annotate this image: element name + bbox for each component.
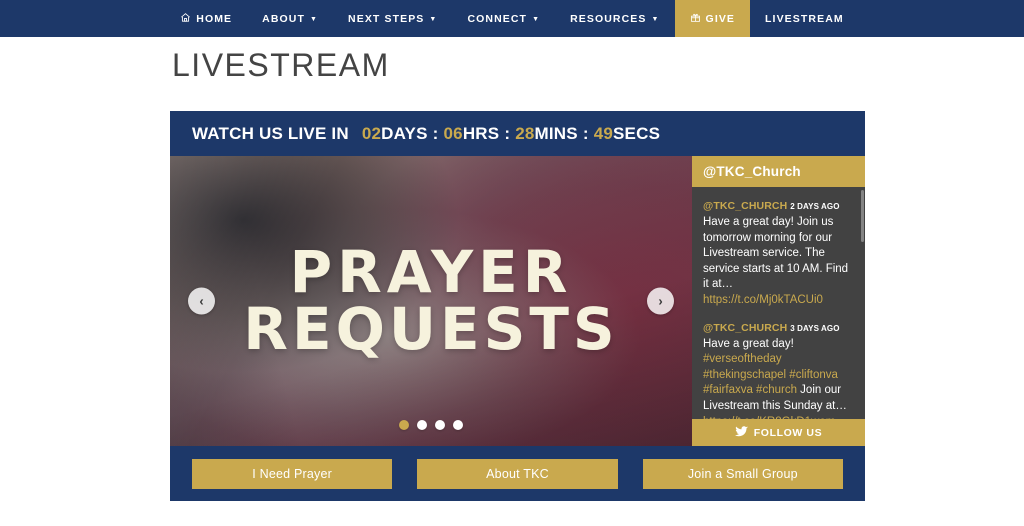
countdown-secs-value: 49 (593, 123, 614, 143)
countdown-mins-unit: MINS (534, 123, 578, 143)
nav-label-give: GIVE (705, 12, 736, 25)
countdown-separator: : (504, 123, 511, 143)
carousel-dot-1[interactable] (399, 420, 409, 430)
chevron-down-icon: ▼ (429, 16, 438, 23)
tweet-timestamp: 2 DAYS AGO (790, 202, 840, 211)
nav-label-home: HOME (196, 12, 233, 25)
tweet-body: Have a great day! #verseoftheday #thekin… (703, 337, 854, 431)
countdown-separator: : (432, 123, 439, 143)
follow-us-label: FOLLOW US (753, 426, 823, 439)
tweet-link[interactable]: https://t.co/Mj0kTACUi0 (703, 294, 823, 306)
nav-item-connect[interactable]: CONNECT ▼ (452, 0, 555, 37)
tweet-handle: @TKC_CHURCH (703, 321, 788, 334)
carousel-dot-2[interactable] (417, 420, 427, 430)
countdown-mins-value: 28 (515, 123, 535, 143)
carousel-dots (170, 420, 692, 430)
countdown-separator: : (582, 123, 589, 143)
countdown-hrs-unit: HRS (462, 123, 500, 143)
nav-item-livestream[interactable]: LIVESTREAM (750, 0, 859, 37)
nav-label-about: ABOUT (262, 12, 306, 25)
twitter-tweet-list[interactable]: @TKC_CHURCH 2 DAYS AGO Have a great day! … (692, 187, 865, 446)
carousel-prev-arrow-icon[interactable]: ‹ (188, 287, 215, 315)
tweet-body: Have a great day! Join us tomorrow morni… (703, 215, 854, 309)
cta-join-small-group-button[interactable]: Join a Small Group (642, 458, 843, 489)
stage-body-row: PRAYER REQUESTS ‹ › @TKC_Church @TKC_CHU… (170, 156, 865, 446)
chevron-down-icon: ▼ (651, 16, 660, 23)
countdown-label: WATCH US LIVE IN (192, 123, 349, 143)
cta-button-row: I Need Prayer About TKC Join a Small Gro… (170, 446, 865, 501)
twitter-bird-icon (734, 425, 748, 440)
slide-caption-line2: REQUESTS (243, 295, 619, 363)
twitter-feed-panel: @TKC_Church @TKC_CHURCH 2 DAYS AGO Have a… (692, 156, 865, 446)
nav-items-container: HOME ABOUT ▼ NEXT STEPS ▼ CONNECT ▼ RESO… (165, 0, 858, 37)
livestream-stage: WATCH US LIVE IN 02 DAYS : 06 HRS : 28 MINS… (170, 111, 865, 501)
twitter-panel-header: @TKC_Church (692, 156, 865, 187)
countdown-banner: WATCH US LIVE IN 02 DAYS : 06 HRS : 28 MINS… (170, 111, 865, 156)
carousel-next-arrow-icon[interactable]: › (647, 287, 674, 315)
nav-item-give[interactable]: GIVE (674, 0, 751, 37)
countdown-secs-unit: SECS (613, 123, 661, 143)
tweet-timestamp: 3 DAYS AGO (790, 323, 840, 333)
chevron-down-icon: ▼ (532, 16, 541, 23)
carousel-dot-4[interactable] (453, 420, 463, 430)
follow-us-button[interactable]: FOLLOW US (692, 419, 865, 446)
countdown-days-unit: DAYS (381, 123, 428, 143)
tweet-handle: @TKC_CHURCH (703, 200, 788, 212)
page-title: LIVESTREAM (172, 47, 390, 83)
countdown-days-value: 02 (361, 123, 382, 143)
slide-caption: PRAYER REQUESTS (170, 156, 692, 446)
nav-item-resources[interactable]: RESOURCES ▼ (555, 0, 674, 37)
nav-item-home[interactable]: HOME (165, 0, 247, 37)
tweet-text: Have a great day! Join us tomorrow morni… (703, 216, 849, 291)
main-navigation-bar: HOME ABOUT ▼ NEXT STEPS ▼ CONNECT ▼ RESO… (0, 0, 1024, 37)
slide-caption-line1: PRAYER (289, 238, 573, 307)
nav-label-next-steps: NEXT STEPS (348, 12, 425, 25)
chevron-down-icon: ▼ (310, 16, 319, 23)
countdown-hrs-value: 06 (443, 123, 463, 143)
tweet-item: @TKC_CHURCH 3 DAYS AGO Have a great day! … (703, 318, 854, 431)
carousel-dot-3[interactable] (435, 420, 445, 430)
image-carousel[interactable]: PRAYER REQUESTS ‹ › (170, 156, 692, 446)
twitter-scrollbar[interactable] (861, 190, 864, 242)
cta-need-prayer-button[interactable]: I Need Prayer (192, 458, 393, 489)
cta-about-tkc-button[interactable]: About TKC (417, 458, 618, 489)
nav-item-next-steps[interactable]: NEXT STEPS ▼ (333, 0, 452, 37)
tweet-meta: @TKC_CHURCH 3 DAYS AGO (703, 318, 854, 336)
gift-icon (690, 12, 701, 23)
tweet-meta: @TKC_CHURCH 2 DAYS AGO (703, 196, 854, 214)
nav-item-about[interactable]: ABOUT ▼ (247, 0, 333, 37)
tweet-text-pre: Have a great day! (703, 337, 794, 350)
nav-label-livestream: LIVESTREAM (765, 12, 844, 25)
tweet-item: @TKC_CHURCH 2 DAYS AGO Have a great day! … (703, 196, 854, 309)
nav-label-connect: CONNECT (467, 12, 528, 25)
nav-label-resources: RESOURCES (570, 12, 647, 25)
home-icon (180, 12, 191, 23)
